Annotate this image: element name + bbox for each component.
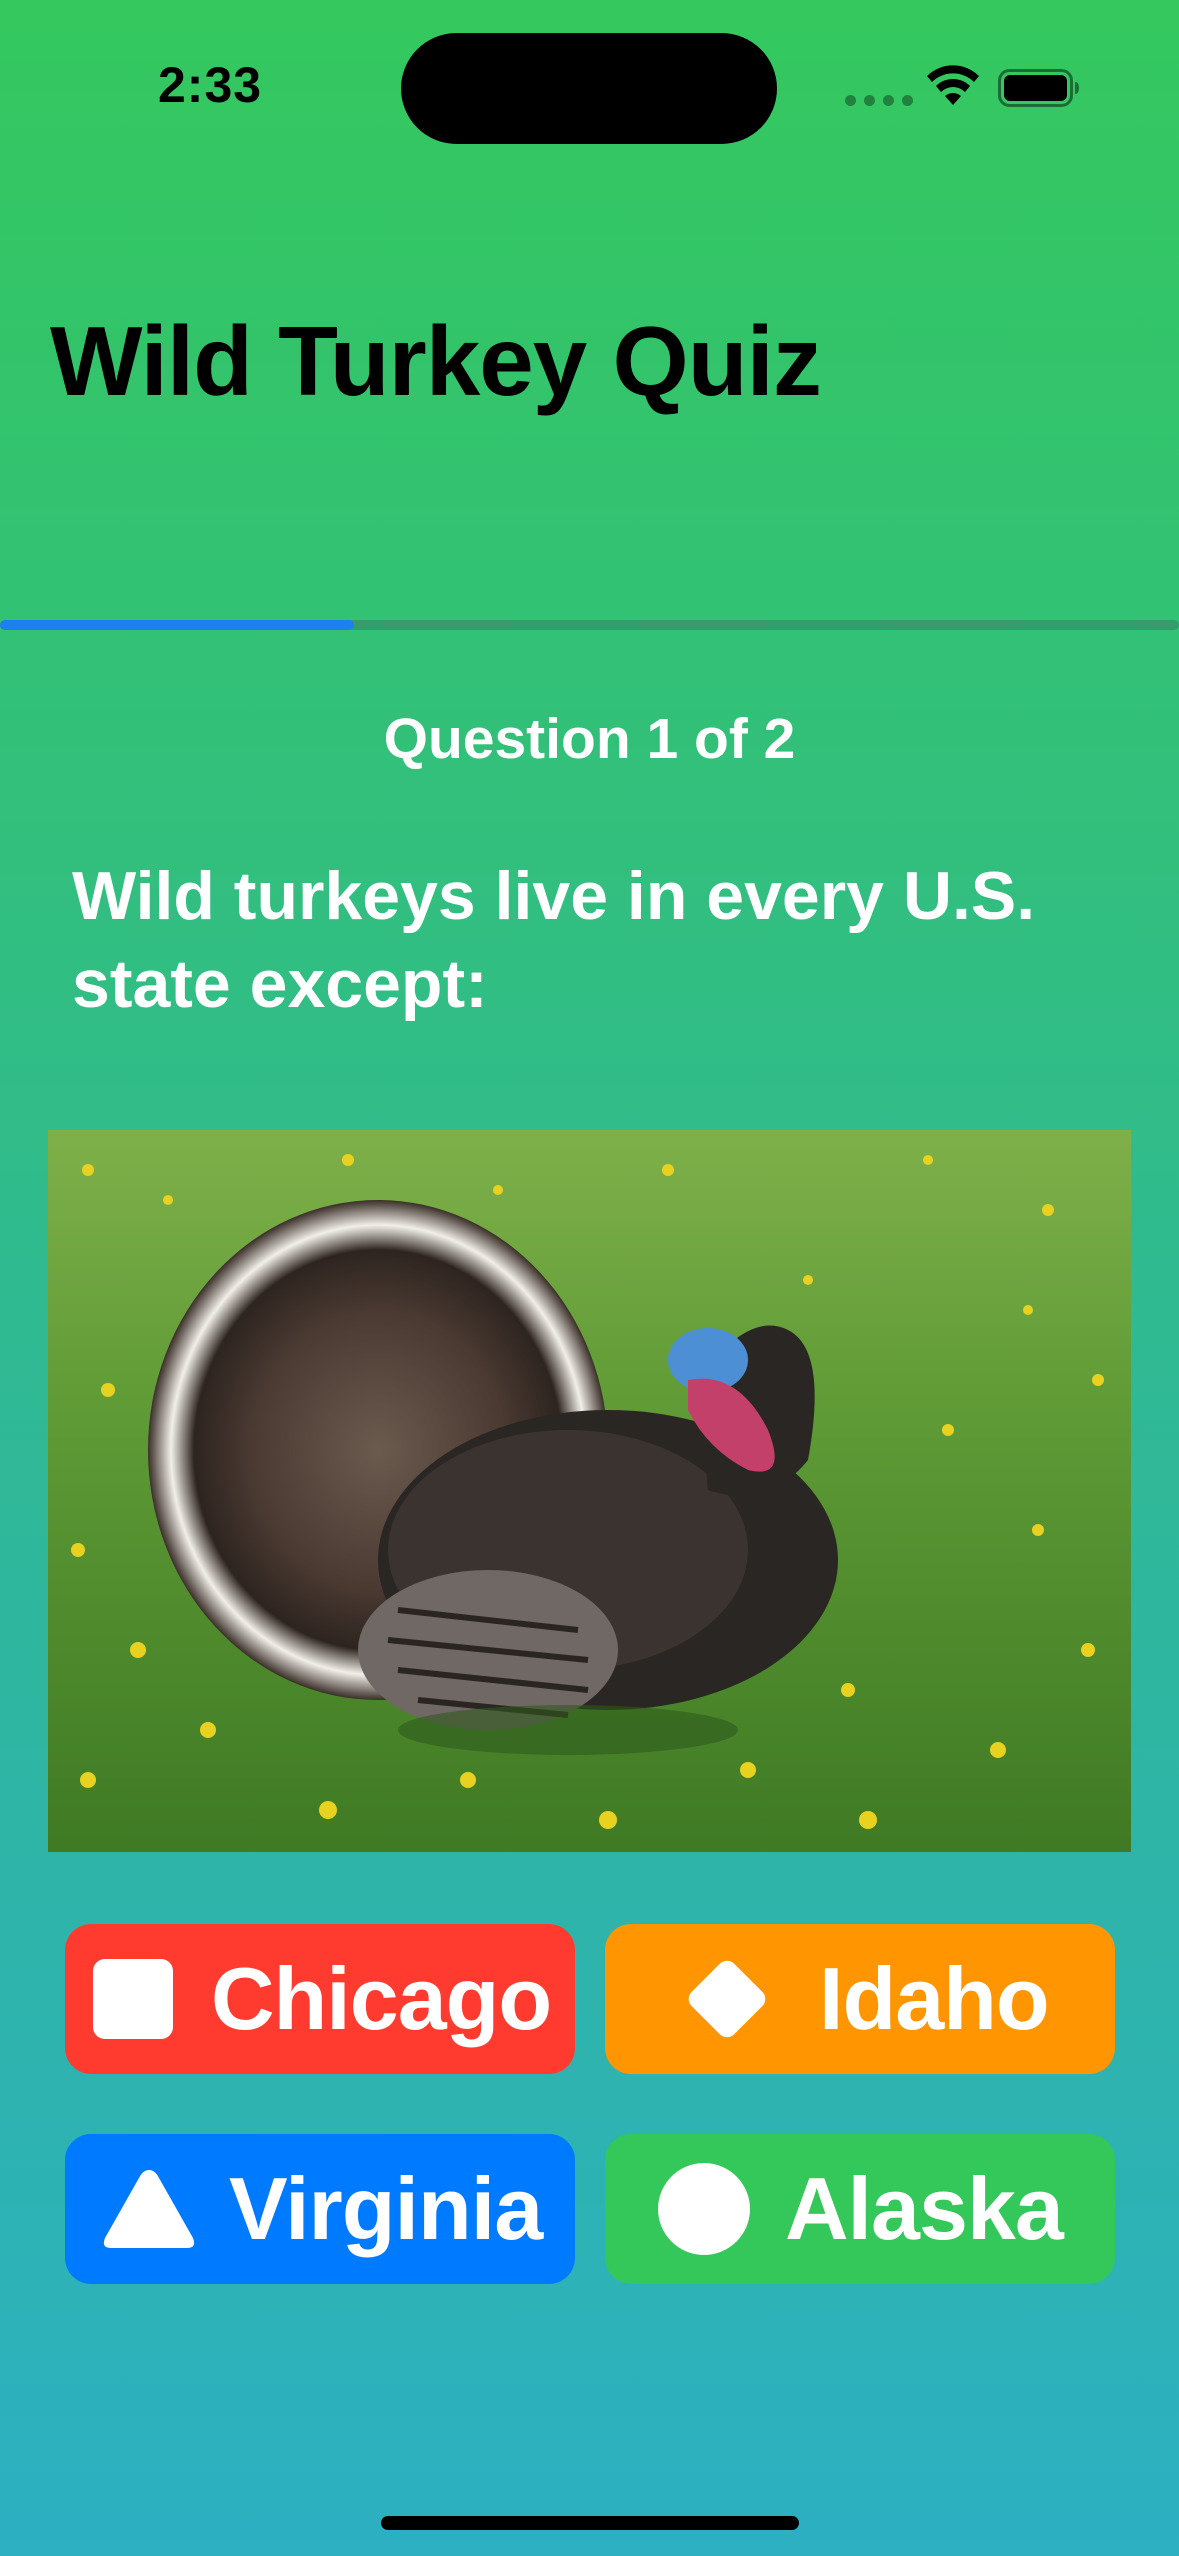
page-title: Wild Turkey Quiz — [50, 306, 822, 416]
answer-button-idaho[interactable]: Idaho — [605, 1924, 1115, 2074]
answer-label: Chicago — [211, 1949, 552, 2048]
answer-button-chicago[interactable]: Chicago — [65, 1924, 575, 2074]
question-counter: Question 1 of 2 — [383, 707, 796, 771]
progress-bar — [0, 620, 1179, 630]
progress-fill — [0, 620, 354, 630]
triangle-icon — [101, 2166, 197, 2252]
question-text: Wild turkeys live in every U.S. state ex… — [72, 858, 1036, 1022]
status-time: 2:33 — [158, 57, 263, 113]
answer-label: Virginia — [229, 2159, 543, 2258]
dynamic-island — [401, 33, 777, 144]
wifi-icon — [927, 65, 979, 105]
home-indicator — [381, 2516, 799, 2530]
answer-button-alaska[interactable]: Alaska — [605, 2134, 1115, 2284]
diamond-icon — [675, 1947, 779, 2051]
circle-icon — [657, 2162, 751, 2256]
signal-dots-icon — [845, 95, 913, 106]
turkey-image — [48, 1130, 1131, 1852]
battery-icon — [998, 69, 1079, 107]
square-icon — [91, 1957, 175, 2041]
answer-label: Alaska — [785, 2159, 1064, 2258]
answer-button-virginia[interactable]: Virginia — [65, 2134, 575, 2284]
answer-label: Idaho — [819, 1949, 1050, 2048]
